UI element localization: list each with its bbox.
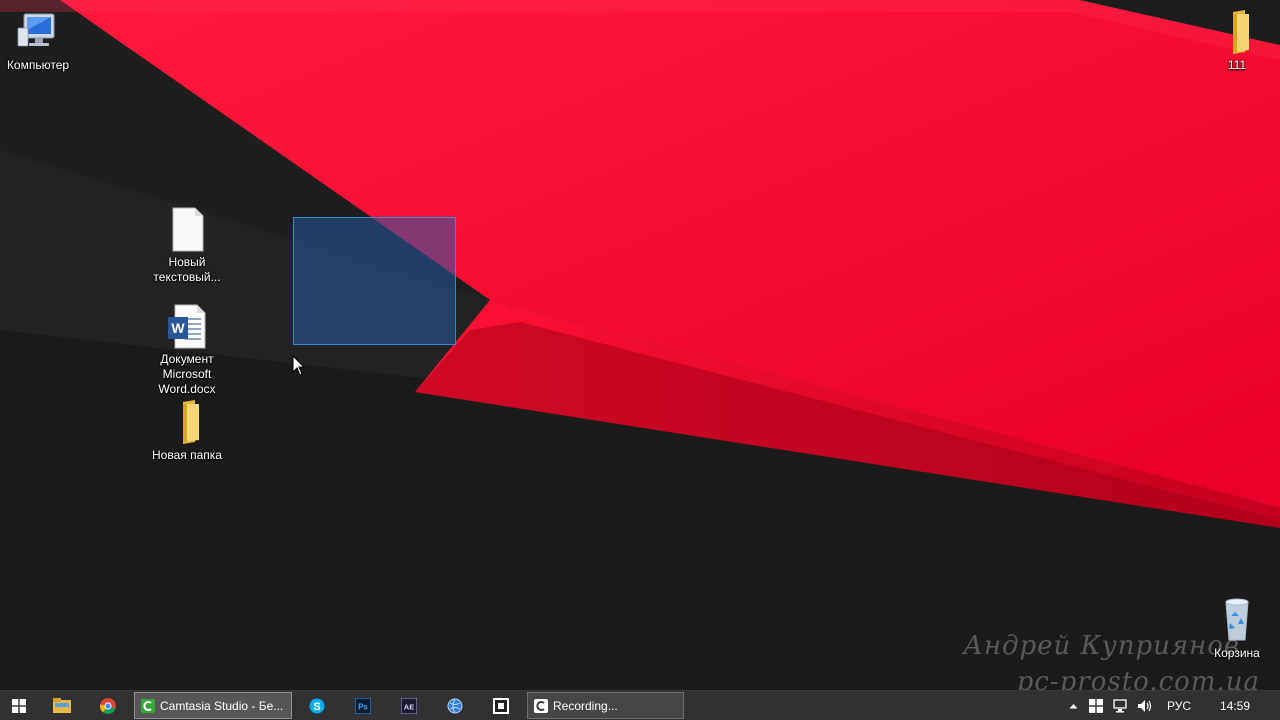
- desktop[interactable]: Компьютер 111 Новый текстовый... W Докум…: [0, 0, 1280, 690]
- tray-volume[interactable]: [1134, 691, 1156, 720]
- internet-icon: [447, 698, 463, 713]
- selection-rectangle: [293, 217, 456, 345]
- camtasia-studio-label: Camtasia Studio - Бе...: [160, 698, 284, 713]
- word-document-label: Документ Microsoft Word.docx: [158, 352, 216, 396]
- speaker-icon: [1138, 699, 1152, 712]
- folder-111-label: 111: [1227, 58, 1247, 72]
- folder-icon: [183, 400, 199, 444]
- recording-label: Recording...: [553, 698, 618, 713]
- desktop-icon-text-file[interactable]: Новый текстовый...: [145, 205, 229, 285]
- text-file-icon: [172, 207, 204, 252]
- camtasia-icon: [141, 698, 155, 713]
- camtasia-icon: [534, 698, 548, 713]
- windows-flag-icon: [1089, 698, 1103, 713]
- taskbar-after-effects[interactable]: AE: [388, 691, 430, 720]
- tray-clock[interactable]: 14:59: [1212, 691, 1258, 720]
- taskbar-recording[interactable]: Recording...: [527, 692, 684, 719]
- word-document-icon: W: [168, 304, 206, 349]
- tray-network[interactable]: [1110, 691, 1130, 720]
- svg-text:W: W: [171, 320, 185, 336]
- start-button[interactable]: [0, 691, 38, 720]
- folder-icon: [1233, 10, 1249, 54]
- mouse-cursor-icon: [292, 355, 306, 376]
- svg-text:AE: AE: [404, 702, 414, 711]
- photoshop-icon: Ps: [355, 697, 371, 714]
- taskbar-chrome[interactable]: [86, 691, 130, 720]
- file-explorer-icon: [53, 697, 71, 713]
- watermark: Андрей Куприянов pc-prosto.com.ua: [963, 628, 1259, 690]
- after-effects-icon: AE: [401, 697, 417, 714]
- desktop-icon-folder-111[interactable]: 111: [1195, 8, 1279, 73]
- chrome-icon: [100, 697, 116, 714]
- taskbar-file-explorer[interactable]: [40, 691, 84, 720]
- new-folder-label: Новая папка: [152, 448, 222, 462]
- tray-network-flag[interactable]: [1086, 691, 1106, 720]
- taskbar-internet[interactable]: [434, 691, 476, 720]
- svg-text:S: S: [313, 701, 320, 713]
- chevron-up-icon: [1069, 703, 1077, 708]
- windows-start-icon: [12, 698, 26, 713]
- computer-label: Компьютер: [6, 58, 70, 72]
- watermark-site: pc-prosto.com.ua: [1016, 667, 1260, 690]
- text-file-label: Новый текстовый...: [153, 255, 221, 284]
- desktop-icon-computer[interactable]: Компьютер: [0, 8, 80, 73]
- computer-icon: [17, 13, 55, 47]
- camtasia-recorder-icon: [493, 697, 509, 714]
- tray-language[interactable]: РУС: [1162, 691, 1196, 720]
- desktop-icon-word-document[interactable]: W Документ Microsoft Word.docx: [145, 302, 229, 397]
- taskbar-skype[interactable]: S: [296, 691, 338, 720]
- show-hidden-icons-button[interactable]: [1064, 691, 1082, 720]
- watermark-author: Андрей Куприянов: [963, 631, 1240, 661]
- taskbar-camtasia-studio[interactable]: Camtasia Studio - Бе...: [134, 692, 292, 719]
- taskbar-camtasia-recorder[interactable]: [480, 691, 522, 720]
- desktop-icon-new-folder[interactable]: Новая папка: [145, 398, 229, 463]
- taskbar: Camtasia Studio - Бе... S Ps AE Recordin…: [0, 690, 1280, 720]
- taskbar-photoshop[interactable]: Ps: [342, 691, 384, 720]
- svg-text:Ps: Ps: [358, 702, 368, 711]
- skype-icon: S: [309, 698, 325, 713]
- network-icon: [1113, 698, 1127, 712]
